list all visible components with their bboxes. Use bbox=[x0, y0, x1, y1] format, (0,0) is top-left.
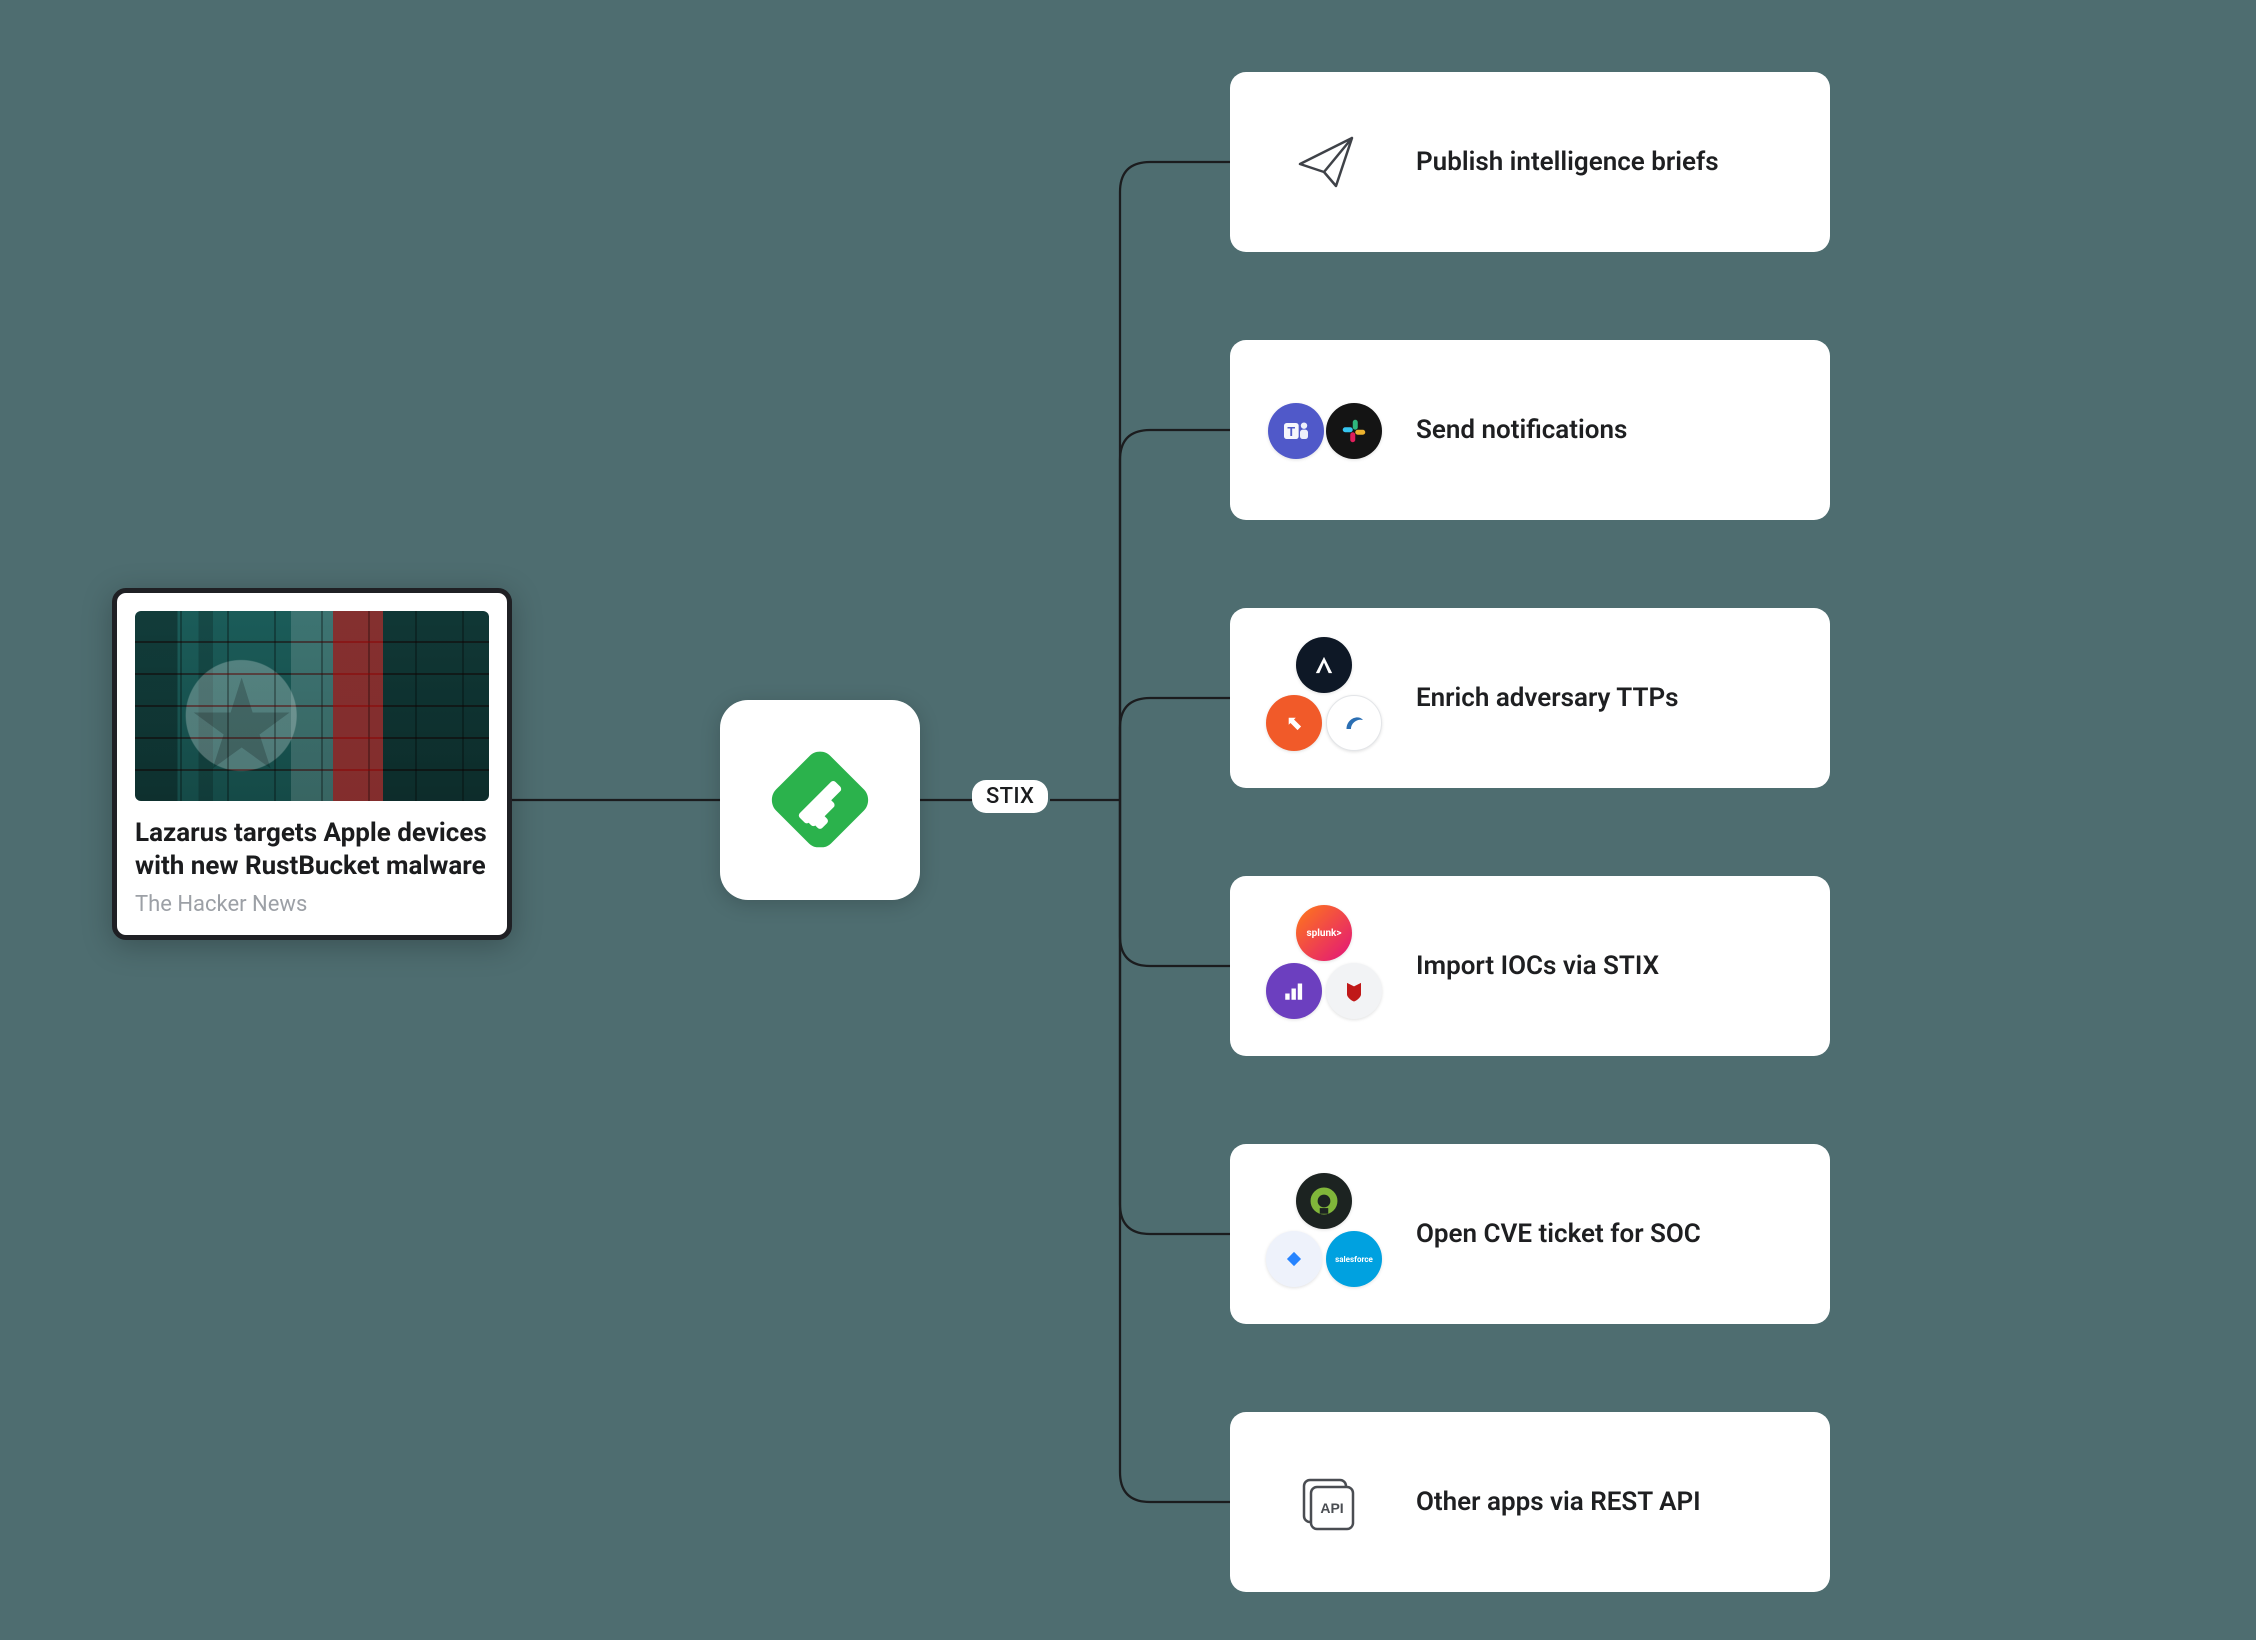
integration-enrich-ttps: Enrich adversary TTPs bbox=[1230, 608, 1830, 788]
elastic-icon bbox=[1266, 963, 1322, 1019]
slack-icon bbox=[1326, 403, 1382, 459]
article-thumbnail bbox=[135, 611, 489, 801]
attack-navigator-icon bbox=[1296, 637, 1352, 693]
integration-open-cve-ticket: salesforce Open CVE ticket for SOC bbox=[1230, 1144, 1830, 1324]
integration-label: Enrich adversary TTPs bbox=[1416, 683, 1679, 713]
stix-badge: STIX bbox=[972, 780, 1048, 813]
svg-text:T: T bbox=[1287, 425, 1295, 439]
recorded-future-icon bbox=[1326, 695, 1382, 751]
splunk-icon: splunk> bbox=[1296, 905, 1352, 961]
integration-label: Open CVE ticket for SOC bbox=[1416, 1219, 1701, 1249]
integration-label: Send notifications bbox=[1416, 415, 1627, 445]
integrations-list: Publish intelligence briefs T Send notif… bbox=[1230, 72, 1830, 1592]
integration-label: Other apps via REST API bbox=[1416, 1487, 1701, 1517]
mcafee-icon bbox=[1326, 963, 1382, 1019]
paper-plane-icon bbox=[1296, 132, 1356, 192]
integration-label: Publish intelligence briefs bbox=[1416, 147, 1719, 177]
integration-label: Import IOCs via STIX bbox=[1416, 951, 1659, 981]
servicenow-icon bbox=[1296, 1173, 1352, 1229]
svg-text:API: API bbox=[1320, 1500, 1343, 1516]
article-source: The Hacker News bbox=[135, 892, 489, 917]
article-card: Lazarus targets Apple devices with new R… bbox=[112, 588, 512, 940]
integration-publish-briefs: Publish intelligence briefs bbox=[1230, 72, 1830, 252]
microsoft-teams-icon: T bbox=[1268, 403, 1324, 459]
feedly-node bbox=[720, 700, 920, 900]
feedly-icon bbox=[765, 745, 875, 855]
article-title: Lazarus targets Apple devices with new R… bbox=[135, 817, 489, 882]
jira-icon bbox=[1266, 1231, 1322, 1287]
mitre-icon bbox=[1266, 695, 1322, 751]
integration-rest-api: API Other apps via REST API bbox=[1230, 1412, 1830, 1592]
integration-import-iocs: splunk> Import IOCs via STIX bbox=[1230, 876, 1830, 1056]
salesforce-icon: salesforce bbox=[1326, 1231, 1382, 1287]
api-icon: API bbox=[1296, 1472, 1356, 1532]
integration-send-notifications: T Send notifications bbox=[1230, 340, 1830, 520]
